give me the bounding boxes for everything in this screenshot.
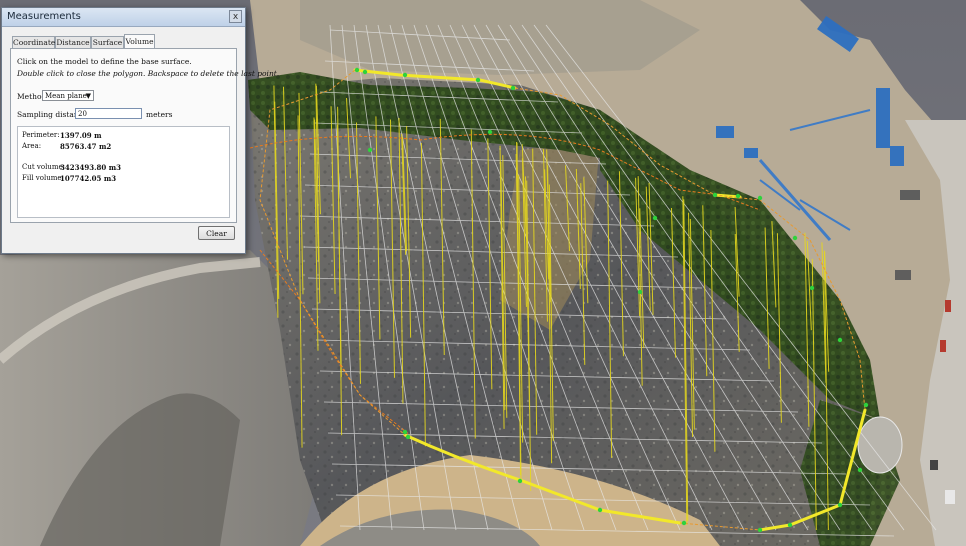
clear-button[interactable]: Clear: [198, 226, 235, 240]
dialog-title: Measurements: [7, 11, 81, 22]
instruction-text: Click on the model to define the base su…: [17, 57, 192, 66]
tab-coordinate[interactable]: Coordinate: [12, 36, 55, 48]
area-value: 85763.47 m2: [60, 142, 112, 151]
round-tank: [857, 416, 903, 474]
polygon-vertex: [402, 429, 408, 435]
cut-volume-label: Cut volume:: [22, 163, 65, 171]
close-icon[interactable]: x: [229, 10, 242, 23]
tab-surface[interactable]: Surface: [91, 36, 124, 48]
polygon-vertex: [517, 478, 523, 484]
polygon-vertex: [652, 215, 658, 221]
polygon-vertex: [757, 195, 763, 201]
upper-bench-rock: [300, 0, 700, 75]
results-box: Perimeter: 1397.09 m Area: 85763.47 m2 C…: [17, 126, 230, 218]
fill-volume-label: Fill volume:: [22, 174, 64, 182]
polygon-vertex: [597, 507, 603, 513]
volume-panel: Click on the model to define the base su…: [10, 48, 279, 223]
polygon-vertex: [487, 129, 493, 135]
polygon-vertex: [857, 467, 863, 473]
perimeter-label: Perimeter:: [22, 131, 60, 139]
perimeter-value: 1397.09 m: [60, 131, 102, 140]
polygon-vertex: [735, 193, 741, 199]
method-select-value: Mean plane: [45, 92, 87, 100]
polygon-vertex: [712, 192, 718, 198]
polygon-vertex: [757, 527, 763, 533]
polygon-vertex: [475, 77, 481, 83]
polygon-vertex: [809, 285, 815, 291]
polygon-vertex: [354, 67, 360, 73]
measurements-dialog: Measurements x Coordinate Distance Surfa…: [1, 7, 279, 254]
dialog-titlebar[interactable]: Measurements x: [2, 8, 245, 27]
polygon-vertex: [863, 402, 869, 408]
polygon-vertex: [637, 289, 643, 295]
polygon-vertex: [681, 520, 687, 526]
tab-volume[interactable]: Volume: [124, 34, 155, 49]
instruction-text-italic: Double click to close the polygon. Backs…: [17, 69, 280, 78]
polygon-vertex: [362, 69, 368, 75]
polygon-vertex: [510, 85, 516, 91]
polygon-vertex: [837, 502, 843, 508]
sampling-distance-input[interactable]: 20: [75, 108, 142, 119]
tab-distance[interactable]: Distance: [55, 36, 91, 48]
polygon-vertex: [787, 522, 793, 528]
polygon-vertex: [367, 147, 373, 153]
fill-volume-value: 107742.05 m3: [60, 174, 117, 183]
sampling-unit: meters: [146, 110, 173, 119]
polygon-vertex: [405, 434, 411, 440]
polygon-vertex: [402, 72, 408, 78]
chevron-down-icon: ▼: [85, 92, 91, 100]
method-select[interactable]: Mean plane ▼: [42, 90, 94, 101]
area-label: Area:: [22, 142, 42, 150]
polygon-vertex: [837, 337, 843, 343]
polygon-vertex: [792, 235, 798, 241]
cut-volume-value: 3423493.80 m3: [60, 163, 121, 172]
